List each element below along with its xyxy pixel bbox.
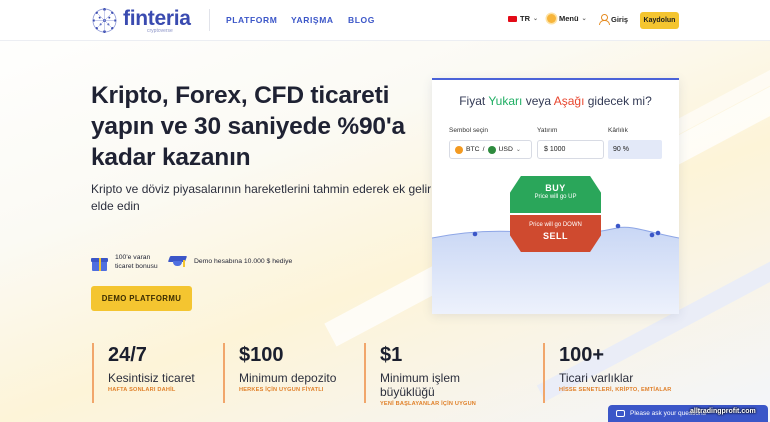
language-label: TR [520, 14, 530, 23]
brand-tagline: cryptoverse [147, 28, 173, 34]
demo-platform-button[interactable]: DEMO PLATFORMU [91, 286, 192, 311]
symbol-base: BTC [466, 146, 480, 153]
logo-globe-icon [92, 8, 117, 33]
amount-label: Yatırım [537, 127, 558, 134]
stat-note: YENİ BAŞLAYANLAR İÇİN UYGUN [380, 401, 477, 407]
buy-button[interactable]: BUY Price will go UP [510, 176, 601, 213]
logo[interactable]: finteria cryptoverse [91, 7, 191, 34]
feature-demo-text: Demo hesabına 10.000 $ hediye [194, 257, 293, 265]
stat-item: 24/7 Kesintisiz ticaret HAFTA SONLARI DA… [92, 343, 222, 403]
login-button[interactable]: Giriş [599, 14, 629, 25]
question-up: Yukarı [488, 94, 523, 108]
buy-label: BUY [545, 183, 566, 193]
sell-button[interactable]: Price will go DOWN SELL [510, 215, 601, 252]
hero-title: Kripto, Forex, CFD ticareti yapın ve 30 … [91, 82, 405, 171]
chevron-down-icon: ⌄ [533, 16, 539, 22]
feature-bonus-line2: ticaret bonusu [115, 263, 158, 270]
stat-label: Ticari varlıklar [559, 371, 634, 385]
feature-demo: Demo hesabına 10.000 $ hediye [167, 253, 293, 269]
stat-note: HERKES İÇİN UYGUN FİYATLI [239, 387, 324, 393]
user-icon [599, 14, 610, 25]
stat-value: $1 [380, 344, 403, 366]
graduation-cap-icon [167, 253, 188, 269]
feature-bonus-line1: 100'e varan [115, 254, 151, 261]
stat-label: Minimum işlem büyüklüğü [380, 371, 461, 399]
site-header: finteria cryptoverse PLATFORM YARIŞMA BL… [0, 0, 770, 41]
stat-value: 100+ [559, 344, 605, 366]
stat-value: $100 [239, 344, 284, 366]
question-down: Aşağı [553, 94, 585, 108]
amount-input[interactable]: $ 1000 [537, 140, 604, 159]
gift-icon [91, 254, 108, 271]
btc-icon [455, 145, 463, 154]
header-divider [209, 9, 210, 31]
nav-blog[interactable]: BLOG [348, 15, 375, 25]
theme-sun-icon [547, 14, 556, 23]
symbol-label: Sembol seçin [449, 127, 489, 134]
hero-subtitle: Kripto ve döviz piyasalarının hareketler… [91, 182, 432, 213]
sell-label: SELL [542, 231, 568, 241]
trade-widget: Fiyat Yukarı veya Aşağı gidecek mi? Semb… [432, 78, 679, 314]
profit-label: Kârlılık [608, 127, 628, 134]
symbol-separator: / [482, 146, 485, 153]
turkey-flag-icon [508, 15, 517, 22]
symbol-quote: USD [498, 146, 513, 153]
chevron-down-icon: ⌄ [581, 16, 587, 22]
nav-contest[interactable]: YARIŞMA [291, 15, 334, 25]
question-prefix: Fiyat [459, 94, 489, 108]
menu-label: Menü [559, 14, 579, 23]
trade-question: Fiyat Yukarı veya Aşağı gidecek mi? [432, 94, 679, 108]
stat-item: 100+ Ticari varlıklar HİSSE SENETLERİ, K… [543, 343, 673, 403]
nav-platform[interactable]: PLATFORM [226, 15, 277, 25]
language-selector[interactable]: TR ⌄ [508, 14, 538, 23]
stat-label: Kesintisiz ticaret [108, 371, 195, 385]
stat-label: Minimum depozito [239, 371, 337, 385]
login-label: Giriş [611, 14, 629, 24]
chevron-down-icon: ⌄ [515, 147, 521, 153]
stat-value: 24/7 [108, 344, 147, 366]
chat-bubble-icon [616, 410, 625, 417]
stat-note: HAFTA SONLARI DAHİL [108, 387, 176, 393]
question-mid: veya [522, 94, 554, 108]
register-button[interactable]: Kaydolun [640, 12, 679, 29]
feature-bonus: 100'e varan ticaret bonusu [91, 253, 158, 271]
usd-icon [487, 145, 496, 154]
sell-sublabel: Price will go DOWN [529, 222, 582, 228]
watermark: alltradingprofit.com [690, 408, 756, 415]
stat-item: $100 Minimum depozito HERKES İÇİN UYGUN … [223, 343, 353, 403]
buy-sublabel: Price will go UP [534, 194, 577, 200]
question-suffix: gidecek mi? [584, 94, 652, 108]
menu-button[interactable]: Menü ⌄ [547, 14, 587, 23]
stat-note: HİSSE SENETLERİ, KRİPTO, EMTİALAR [559, 387, 672, 393]
symbol-select[interactable]: BTC / USD ⌄ [449, 140, 532, 159]
stat-item: $1 Minimum işlem büyüklüğü YENİ BAŞLAYAN… [364, 343, 494, 407]
profit-value: 90 % [608, 140, 662, 159]
